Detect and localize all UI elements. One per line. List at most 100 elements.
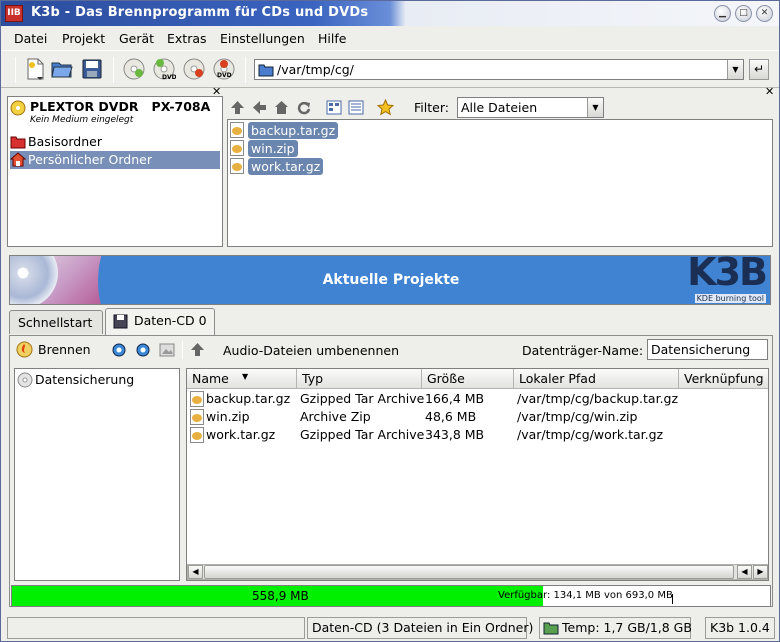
status-bar: Daten-CD (3 Dateien in Ein Ordner) Temp:… bbox=[1, 615, 779, 641]
burn-button[interactable]: Brennen bbox=[16, 340, 96, 360]
save-icon[interactable] bbox=[80, 57, 104, 81]
path-input[interactable]: /var/tmp/cg/ bbox=[277, 62, 354, 77]
data-cd-icon[interactable] bbox=[182, 57, 206, 81]
maximize-button[interactable]: □ bbox=[735, 5, 752, 22]
cell-name: win.zip bbox=[206, 409, 250, 424]
open-icon[interactable] bbox=[50, 57, 74, 81]
volume-name-label: Datenträger-Name: bbox=[522, 343, 644, 358]
chevron-down-icon[interactable]: ▼ bbox=[727, 60, 743, 79]
new-project-icon[interactable] bbox=[23, 57, 47, 81]
home-icon bbox=[10, 152, 26, 167]
cell-type: Gzipped Tar Archive bbox=[300, 427, 425, 442]
column-header-link[interactable]: Verknüpfung bbox=[679, 369, 768, 389]
tab-schnellstart[interactable]: Schnellstart bbox=[9, 310, 103, 334]
column-header-local-path[interactable]: Lokaler Pfad bbox=[514, 369, 679, 389]
file-name: win.zip bbox=[248, 140, 298, 157]
capacity-bar[interactable]: 558,9 MB Verfügbar: 134,1 MB von 693,0 M… bbox=[11, 585, 771, 607]
tree-item-basisordner[interactable]: Basisordner bbox=[10, 133, 220, 151]
scroll-thumb[interactable] bbox=[204, 565, 734, 579]
cell-name: work.tar.gz bbox=[206, 427, 276, 442]
archive-file-icon bbox=[190, 427, 204, 443]
tab-label: Schnellstart bbox=[18, 315, 93, 330]
svg-text:DVD: DVD bbox=[217, 72, 232, 79]
toolbar-separator bbox=[182, 341, 183, 359]
filter-value: Alle Dateien bbox=[461, 100, 538, 115]
reload-icon[interactable] bbox=[296, 100, 311, 115]
dvd-icon[interactable]: DVD bbox=[152, 57, 176, 81]
column-header-size[interactable]: Größe bbox=[422, 369, 514, 389]
volume-name-value: Datensicherung bbox=[651, 342, 751, 357]
arrow-left-icon[interactable] bbox=[252, 100, 267, 115]
menu-hilfe[interactable]: Hilfe bbox=[318, 31, 346, 46]
status-version: K3b 1.0.4 bbox=[705, 617, 775, 639]
main-toolbar: DVD DVD /var/tmp/cg/ ▼ ↵ bbox=[1, 50, 779, 88]
file-browser-toolbar: Filter: Alle Dateien ▼ bbox=[227, 96, 773, 118]
title-bar[interactable]: IIB K3b - Das Brennprogramm für CDs und … bbox=[1, 1, 779, 26]
table-row[interactable]: win.zip Archive Zip 48,6 MB /var/tmp/cg/… bbox=[187, 408, 768, 426]
audio-cd-icon[interactable] bbox=[122, 57, 146, 81]
scroll-left-button[interactable]: ◀ bbox=[188, 565, 203, 579]
menu-einstellungen[interactable]: Einstellungen bbox=[220, 31, 305, 46]
arrow-up-icon[interactable] bbox=[230, 100, 245, 115]
capacity-available: Verfügbar: 134,1 MB von 693,0 MB bbox=[498, 590, 673, 601]
main-window: IIB K3b - Das Brennprogramm für CDs und … bbox=[0, 0, 780, 642]
cell-size: 343,8 MB bbox=[425, 427, 485, 442]
root-folder-icon bbox=[10, 136, 26, 149]
burn-label: Brennen bbox=[38, 342, 91, 357]
icon-view-icon[interactable] bbox=[326, 100, 342, 115]
scroll-right-button[interactable]: ▶ bbox=[753, 565, 768, 579]
cell-size: 48,6 MB bbox=[425, 409, 477, 424]
cd-drive-icon bbox=[10, 100, 26, 116]
home-icon[interactable] bbox=[274, 100, 289, 115]
tree-item-root[interactable]: Datensicherung bbox=[15, 371, 175, 389]
data-dvd-icon[interactable]: DVD bbox=[212, 57, 236, 81]
filter-label: Filter: bbox=[414, 100, 449, 115]
device-name[interactable]: PLEXTOR DVDR PX-708A bbox=[30, 99, 210, 114]
horizontal-scrollbar[interactable]: ◀ ◀ ▶ bbox=[187, 564, 768, 580]
cell-path: /var/tmp/cg/win.zip bbox=[517, 409, 638, 424]
menu-geraet[interactable]: Gerät bbox=[119, 31, 154, 46]
volume-name-input[interactable]: Datensicherung bbox=[647, 339, 768, 360]
cell-name: backup.tar.gz bbox=[206, 391, 291, 406]
tree-item-persoenlicher-ordner[interactable]: Persönlicher Ordner bbox=[10, 151, 220, 169]
cell-size: 166,4 MB bbox=[425, 391, 485, 406]
burn-icon bbox=[16, 341, 33, 358]
filter-combo[interactable]: Alle Dateien ▼ bbox=[457, 97, 604, 118]
menu-datei[interactable]: Datei bbox=[14, 31, 47, 46]
gear-icon[interactable] bbox=[111, 342, 127, 358]
chevron-down-icon[interactable]: ▼ bbox=[587, 98, 603, 117]
status-message bbox=[7, 617, 305, 639]
file-name: work.tar.gz bbox=[248, 158, 324, 175]
go-path-button[interactable]: ↵ bbox=[749, 59, 769, 80]
bookmark-star-icon[interactable] bbox=[377, 99, 394, 116]
properties-icon[interactable] bbox=[135, 342, 151, 358]
project-file-table: Name ▼ Typ Größe Lokaler Pfad Verknüpfung… bbox=[186, 368, 769, 581]
table-row[interactable]: work.tar.gz Gzipped Tar Archive 343,8 MB… bbox=[187, 426, 768, 444]
tree-item-label: Datensicherung bbox=[35, 372, 135, 387]
minimize-button[interactable]: ▁ bbox=[714, 5, 731, 22]
archive-file-icon bbox=[190, 391, 204, 407]
table-row[interactable]: backup.tar.gz Gzipped Tar Archive 166,4 … bbox=[187, 390, 768, 408]
close-window-button[interactable]: ✕ bbox=[756, 5, 773, 22]
column-header-name[interactable]: Name ▼ bbox=[187, 369, 297, 389]
archive-file-icon bbox=[230, 158, 244, 174]
cd-size-marker bbox=[672, 594, 673, 604]
window-title: K3b - Das Brennprogramm für CDs und DVDs bbox=[31, 5, 369, 20]
arrow-up-icon[interactable] bbox=[190, 342, 205, 357]
folder-icon bbox=[258, 64, 274, 77]
path-combo[interactable]: /var/tmp/cg/ ▼ bbox=[254, 59, 744, 80]
file-name: backup.tar.gz bbox=[248, 122, 339, 139]
menu-projekt[interactable]: Projekt bbox=[62, 31, 105, 46]
menu-extras[interactable]: Extras bbox=[167, 31, 207, 46]
menu-bar: Datei Projekt Gerät Extras Einstellungen… bbox=[1, 27, 779, 49]
detail-view-icon[interactable] bbox=[348, 100, 364, 115]
scroll-left-button-2[interactable]: ◀ bbox=[737, 565, 752, 579]
tree-item-label: Persönlicher Ordner bbox=[28, 152, 152, 167]
svg-text:DVD: DVD bbox=[162, 74, 176, 81]
column-header-type[interactable]: Typ bbox=[297, 369, 422, 389]
image-icon[interactable] bbox=[159, 342, 175, 358]
tab-daten-cd[interactable]: Daten-CD 0 bbox=[105, 308, 215, 335]
rename-audio-button[interactable]: Audio-Dateien umbenennen bbox=[223, 343, 399, 358]
k3b-app-icon[interactable]: IIB bbox=[5, 5, 23, 22]
device-tree-panel: PLEXTOR DVDR PX-708A Kein Medium eingele… bbox=[7, 96, 223, 247]
